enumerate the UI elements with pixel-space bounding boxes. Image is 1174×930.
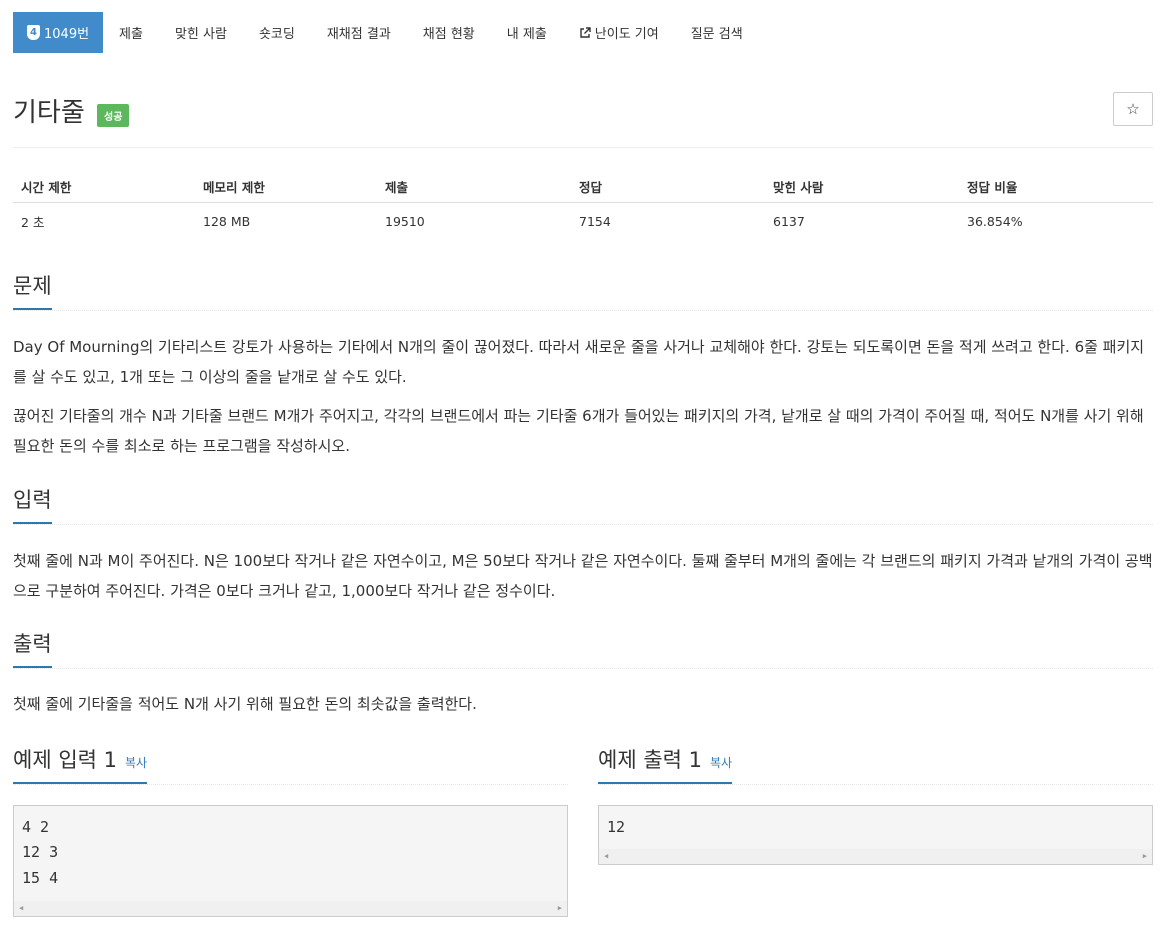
scroll-right-icon[interactable]: ▶ [1143,852,1147,860]
star-icon: ☆ [1126,100,1140,118]
tab-question-search[interactable]: 질문 검색 [675,12,759,53]
sample-input-line: 4 2 [22,818,50,836]
sample-output-headline: 예제 출력 1 복사 [598,744,1153,785]
description-paragraph-2: 끊어진 기타줄의 개수 N과 기타줄 브랜드 M개가 주어지고, 각각의 브랜드… [13,407,1144,455]
description-headline: 문제 [13,270,1153,311]
sample-input-title: 예제 입력 1 복사 [13,744,148,784]
output-headline: 출력 [13,628,1153,669]
headline-divider [13,668,1153,669]
problem-title: 기타줄 [13,98,85,128]
problem-menu: 4 1049번 제출 맞힌 사람 숏코딩 재채점 결과 채점 현황 내 제출 난… [13,12,759,53]
sample-output-box[interactable]: 12 ◀ ▶ [598,805,1153,865]
tab-rejudge-results[interactable]: 재채점 결과 [311,12,407,53]
headline-divider [598,784,1153,785]
description-paragraph-1: Day Of Mourning의 기타리스트 강토가 사용하는 기타에서 N개의… [13,338,1145,386]
time-limit-value: 2 초 [21,214,45,230]
headline-divider [13,524,1153,525]
sample-input-box[interactable]: 4 2 12 3 15 4 ◀ ▶ [13,805,568,917]
tab-short-coding[interactable]: 숏코딩 [243,12,311,53]
copy-sample-input-button[interactable]: 복사 [125,756,147,770]
header-time-limit: 시간 제한 [13,170,195,203]
tab-my-submissions[interactable]: 내 제출 [491,12,563,53]
problem-info-table: 시간 제한 메모리 제한 제출 정답 맞힌 사람 정답 비율 2 초 128 M… [13,170,1153,239]
tab-difficulty-contribution[interactable]: 난이도 기여 [563,12,675,53]
sample-input-section: 예제 입력 1 복사 [13,744,568,785]
status-badge: 성공 [97,104,130,127]
scroll-left-icon[interactable]: ◀ [604,852,608,860]
solved-users-value: 6137 [773,213,805,229]
submissions-value: 19510 [385,213,425,229]
sample-output-title: 예제 출력 1 복사 [598,744,733,784]
sample-input-line: 12 3 [22,843,59,861]
sample-output-section: 예제 출력 1 복사 [598,744,1153,785]
tab-problem-label: 1049번 [44,27,90,42]
copy-sample-output-button[interactable]: 복사 [710,756,732,770]
sample-input-line: 15 4 [22,869,59,887]
tab-difficulty-label: 난이도 기여 [594,27,659,42]
sample-input-headline: 예제 입력 1 복사 [13,744,568,785]
tab-judge-status[interactable]: 채점 현황 [407,12,491,53]
header-accepted: 정답 [571,170,765,203]
input-title: 입력 [13,484,52,524]
header-memory-limit: 메모리 제한 [195,170,377,203]
header-accept-ratio: 정답 비율 [959,170,1153,203]
sample-output-title-text: 예제 출력 1 [598,748,702,772]
table-header-row: 시간 제한 메모리 제한 제출 정답 맞힌 사람 정답 비율 [13,170,1153,203]
horizontal-scrollbar[interactable]: ◀ ▶ [599,849,1152,864]
tab-problem[interactable]: 4 1049번 [13,12,104,53]
accept-ratio-value: 36.854% [967,213,1023,229]
memory-limit-value: 128 MB [203,213,251,229]
scroll-left-icon[interactable]: ◀ [19,904,23,912]
scroll-right-icon[interactable]: ▶ [558,904,562,912]
table-row: 2 초 128 MB 19510 7154 6137 36.854% [13,203,1153,240]
tab-solved-users[interactable]: 맞힌 사람 [159,12,243,53]
problem-title-row: 기타줄 성공 ☆ [13,92,1153,132]
accepted-value: 7154 [579,213,611,229]
header-submissions: 제출 [377,170,571,203]
tier-badge-icon: 4 [27,25,40,40]
external-link-icon [580,26,591,38]
horizontal-scrollbar[interactable]: ◀ ▶ [14,901,567,916]
output-description: 첫째 줄에 기타줄을 적어도 N개 사기 위해 필요한 돈의 최솟값을 출력한다… [13,695,477,713]
header-solved-users: 맞힌 사람 [765,170,959,203]
headline-divider [13,310,1153,311]
description-title: 문제 [13,270,52,310]
title-divider [13,147,1153,148]
sample-output-line: 12 [607,818,626,836]
output-title: 출력 [13,628,52,668]
input-description: 첫째 줄에 N과 M이 주어진다. N은 100보다 작거나 같은 자연수이고,… [13,552,1153,600]
sample-input-title-text: 예제 입력 1 [13,748,117,772]
headline-divider [13,784,568,785]
input-headline: 입력 [13,484,1153,525]
favorite-star-button[interactable]: ☆ [1113,92,1153,126]
tab-submit[interactable]: 제출 [103,12,159,53]
